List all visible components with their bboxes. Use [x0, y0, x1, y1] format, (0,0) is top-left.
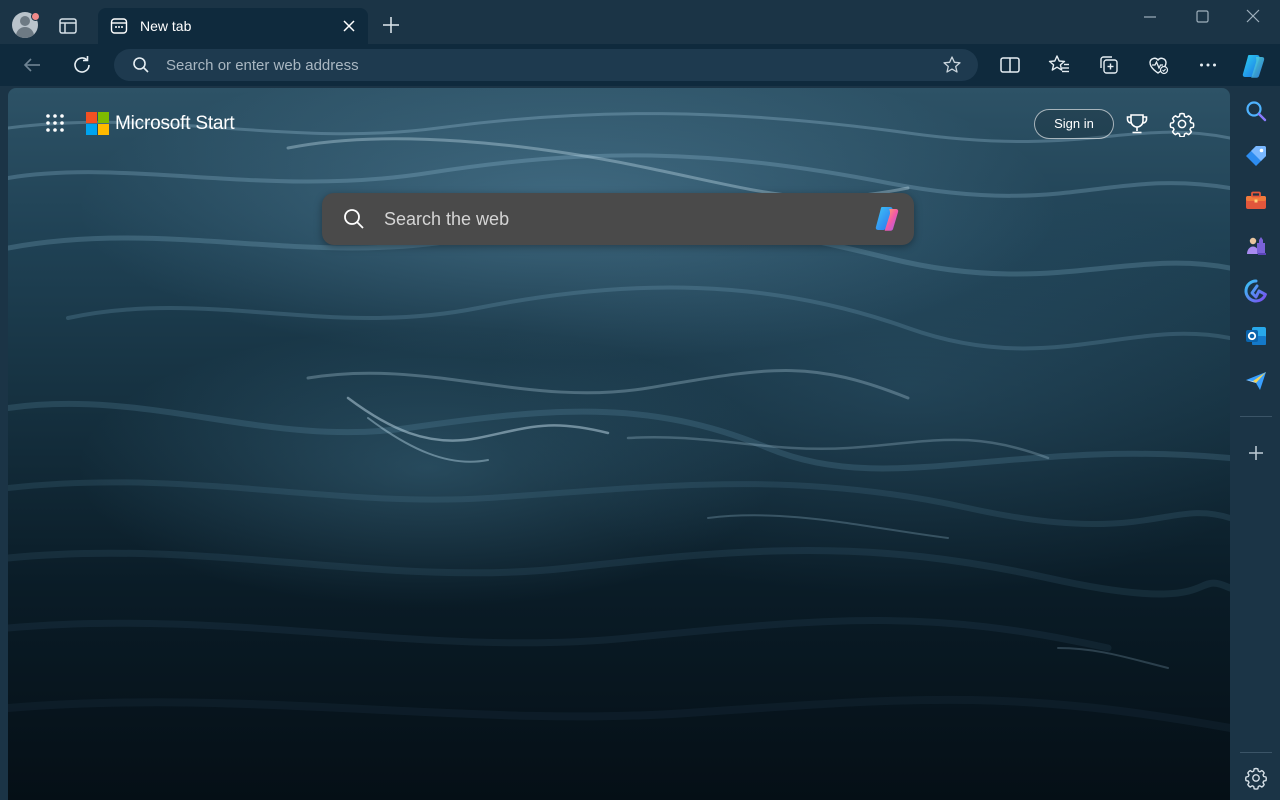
plus-icon[interactable] [380, 14, 402, 36]
sidebar-divider [1240, 416, 1272, 417]
sign-in-button[interactable]: Sign in [1034, 109, 1114, 139]
search-icon [344, 209, 364, 229]
browser-essentials-icon[interactable] [1146, 53, 1170, 77]
title-bar: New tab [0, 0, 1280, 44]
tab-new-tab[interactable]: New tab [98, 8, 368, 44]
outlook-icon[interactable] [1243, 323, 1269, 349]
address-bar[interactable] [114, 49, 978, 81]
bing-icon[interactable] [1243, 278, 1269, 304]
collections-icon[interactable] [1097, 53, 1121, 77]
games-icon[interactable] [1243, 233, 1269, 259]
split-screen-icon[interactable] [998, 53, 1022, 77]
copilot-icon[interactable] [1240, 51, 1270, 81]
favorites-icon[interactable] [1047, 53, 1071, 77]
close-icon[interactable] [340, 17, 358, 35]
add-icon[interactable] [1243, 440, 1269, 466]
rewards-trophy-icon[interactable] [1124, 111, 1150, 137]
toolbar [0, 44, 1280, 86]
favorite-star-icon[interactable] [942, 55, 962, 75]
page-settings-gear-icon[interactable] [1169, 111, 1195, 137]
back-icon[interactable] [20, 53, 44, 77]
microsoft-logo [86, 112, 109, 135]
web-search-box[interactable] [322, 193, 914, 245]
new-tab-page: Microsoft Start Sign in [8, 88, 1230, 800]
tab-actions-icon[interactable] [57, 15, 79, 37]
brand-title[interactable]: Microsoft Start [115, 113, 235, 135]
more-icon[interactable] [1196, 53, 1220, 77]
new-tab-page-icon [110, 18, 128, 34]
notification-dot [31, 12, 40, 21]
window-close-icon[interactable] [1242, 6, 1264, 28]
web-search-input[interactable] [384, 193, 844, 245]
copilot-icon[interactable] [872, 203, 904, 235]
minimize-icon[interactable] [1139, 6, 1161, 28]
search-icon [133, 57, 149, 73]
tools-icon[interactable] [1243, 188, 1269, 214]
edge-sidebar [1232, 88, 1280, 800]
shopping-icon[interactable] [1243, 143, 1269, 169]
refresh-icon[interactable] [70, 53, 94, 77]
apps-launcher-icon[interactable] [44, 112, 66, 134]
send-icon[interactable] [1243, 368, 1269, 394]
settings-icon[interactable] [1243, 765, 1269, 791]
search-icon[interactable] [1243, 98, 1269, 124]
tab-title: New tab [140, 18, 192, 34]
maximize-icon[interactable] [1191, 6, 1213, 28]
address-input[interactable] [166, 49, 926, 81]
sidebar-divider [1240, 752, 1272, 753]
